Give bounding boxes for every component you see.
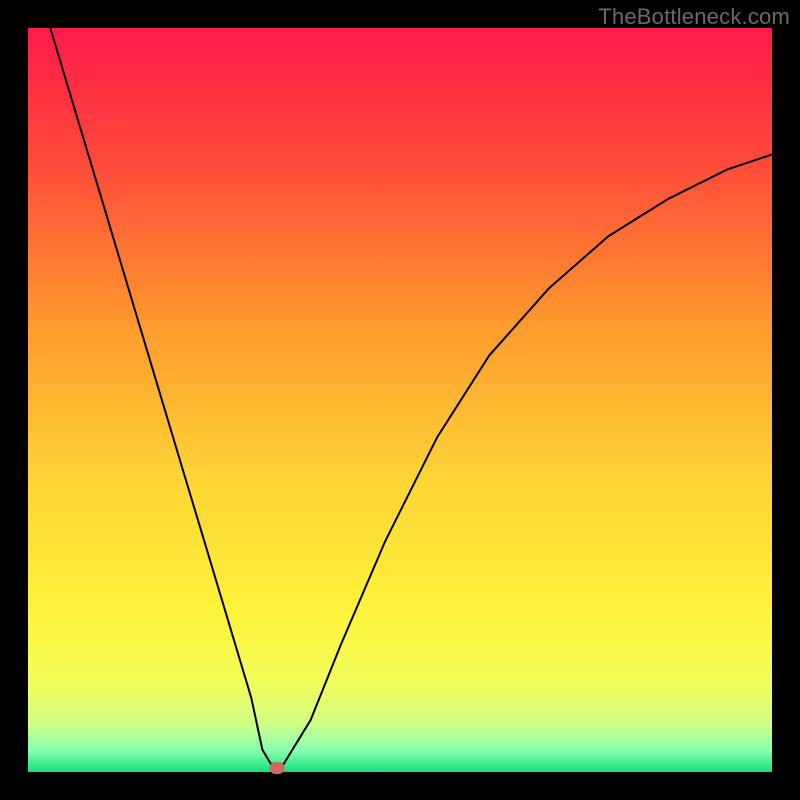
bottleneck-chart xyxy=(0,0,800,800)
watermark-text: TheBottleneck.com xyxy=(598,4,790,30)
chart-background xyxy=(28,28,772,772)
optimal-point-marker xyxy=(270,762,285,774)
